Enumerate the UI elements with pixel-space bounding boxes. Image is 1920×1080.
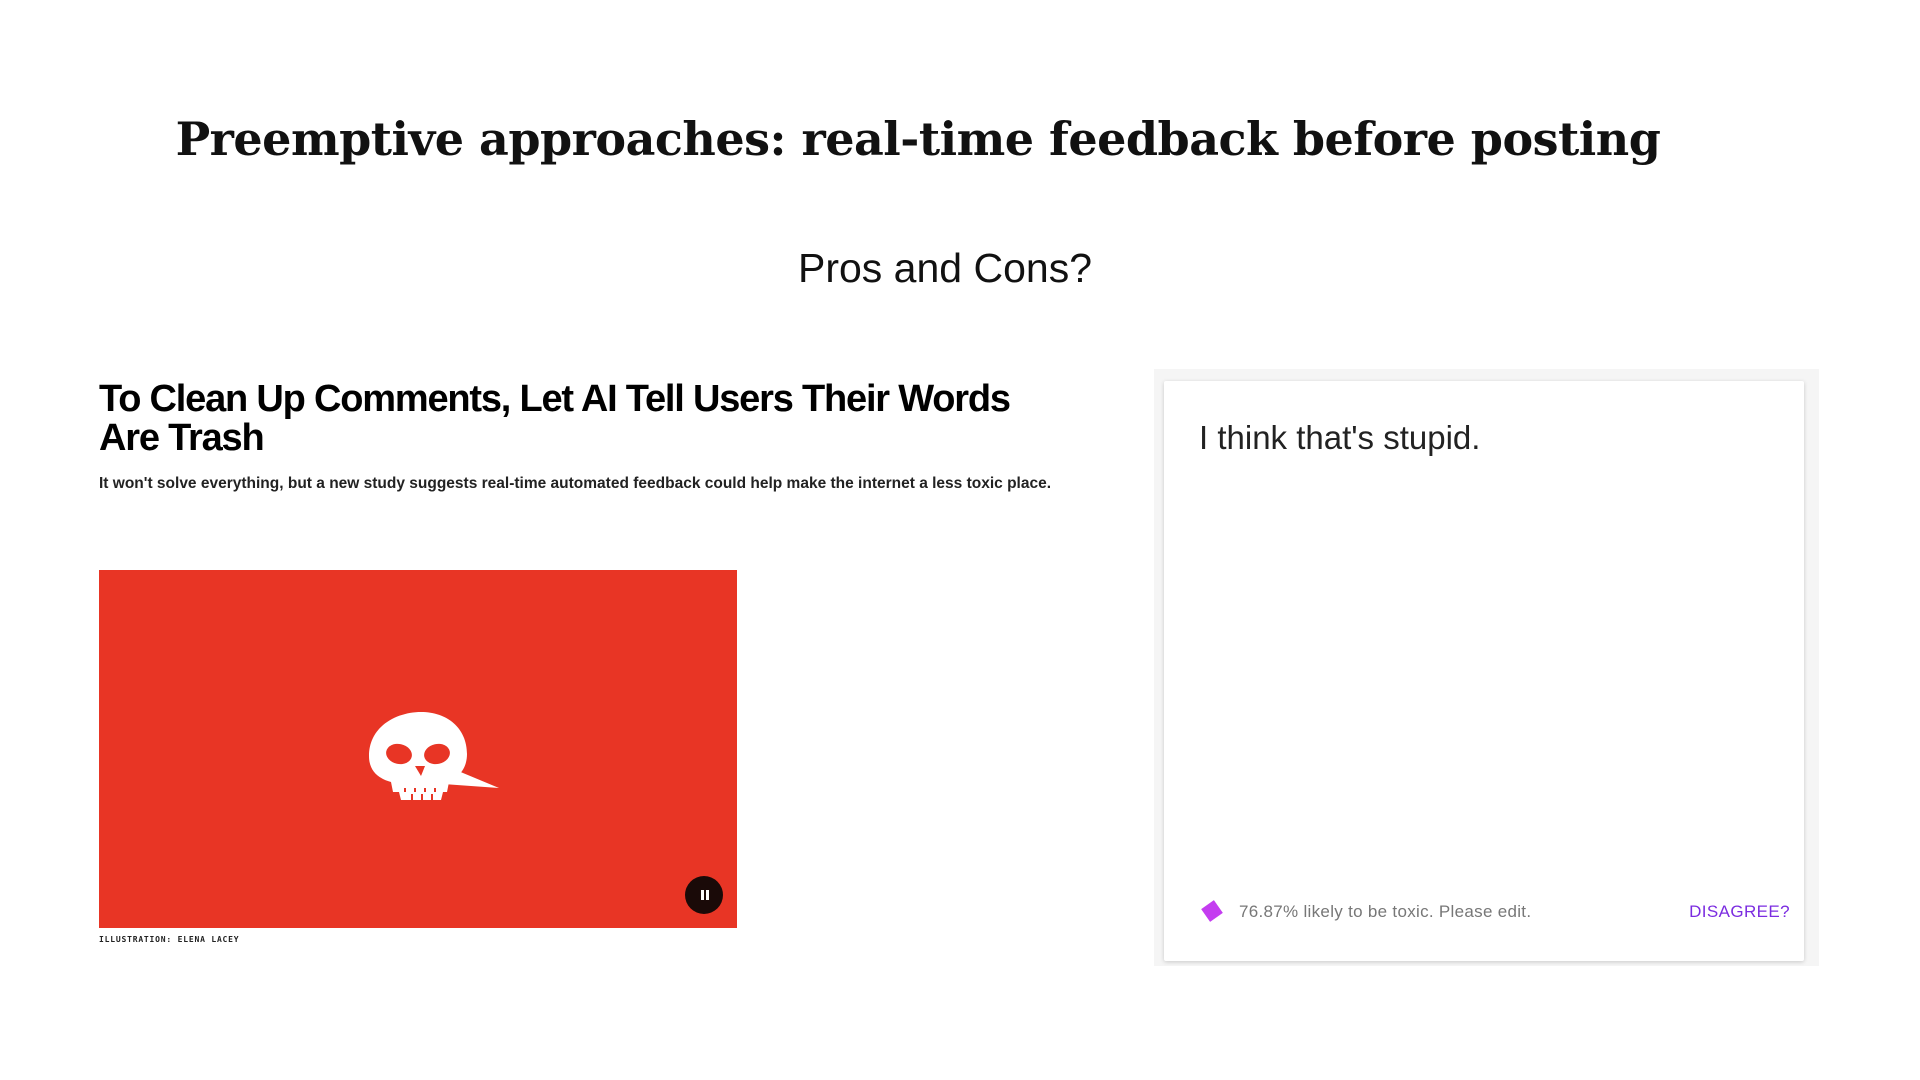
comment-feedback-card: I think that's stupid. 76.87% likely to … xyxy=(1164,381,1804,961)
pause-icon xyxy=(701,890,704,900)
comment-input[interactable]: I think that's stupid. xyxy=(1199,419,1480,457)
slide-subtitle: Pros and Cons? xyxy=(797,245,1092,291)
toxicity-feedback-row: 76.87% likely to be toxic. Please edit. … xyxy=(1200,899,1790,923)
pause-button[interactable] xyxy=(685,876,723,914)
article-illustration xyxy=(99,570,737,928)
slide-title: Preemptive approaches: real-time feedbac… xyxy=(175,112,1661,166)
article-screenshot: To Clean Up Comments, Let AI Tell Users … xyxy=(99,378,1059,944)
article-dek: It won't solve everything, but a new stu… xyxy=(99,475,1052,492)
diamond-icon xyxy=(1201,900,1223,922)
disagree-link[interactable]: DISAGREE? xyxy=(1689,902,1790,922)
toxicity-message: 76.87% likely to be toxic. Please edit. xyxy=(1239,902,1532,921)
slide: Preemptive approaches: real-time feedbac… xyxy=(0,0,1920,1080)
article-headline: To Clean Up Comments, Let AI Tell Users … xyxy=(99,378,1011,459)
feedback-card-frame: I think that's stupid. 76.87% likely to … xyxy=(1154,369,1819,966)
image-credit: ILLUSTRATION: ELENA LACEY xyxy=(99,935,240,944)
skull-speech-bubble-icon xyxy=(369,712,499,800)
